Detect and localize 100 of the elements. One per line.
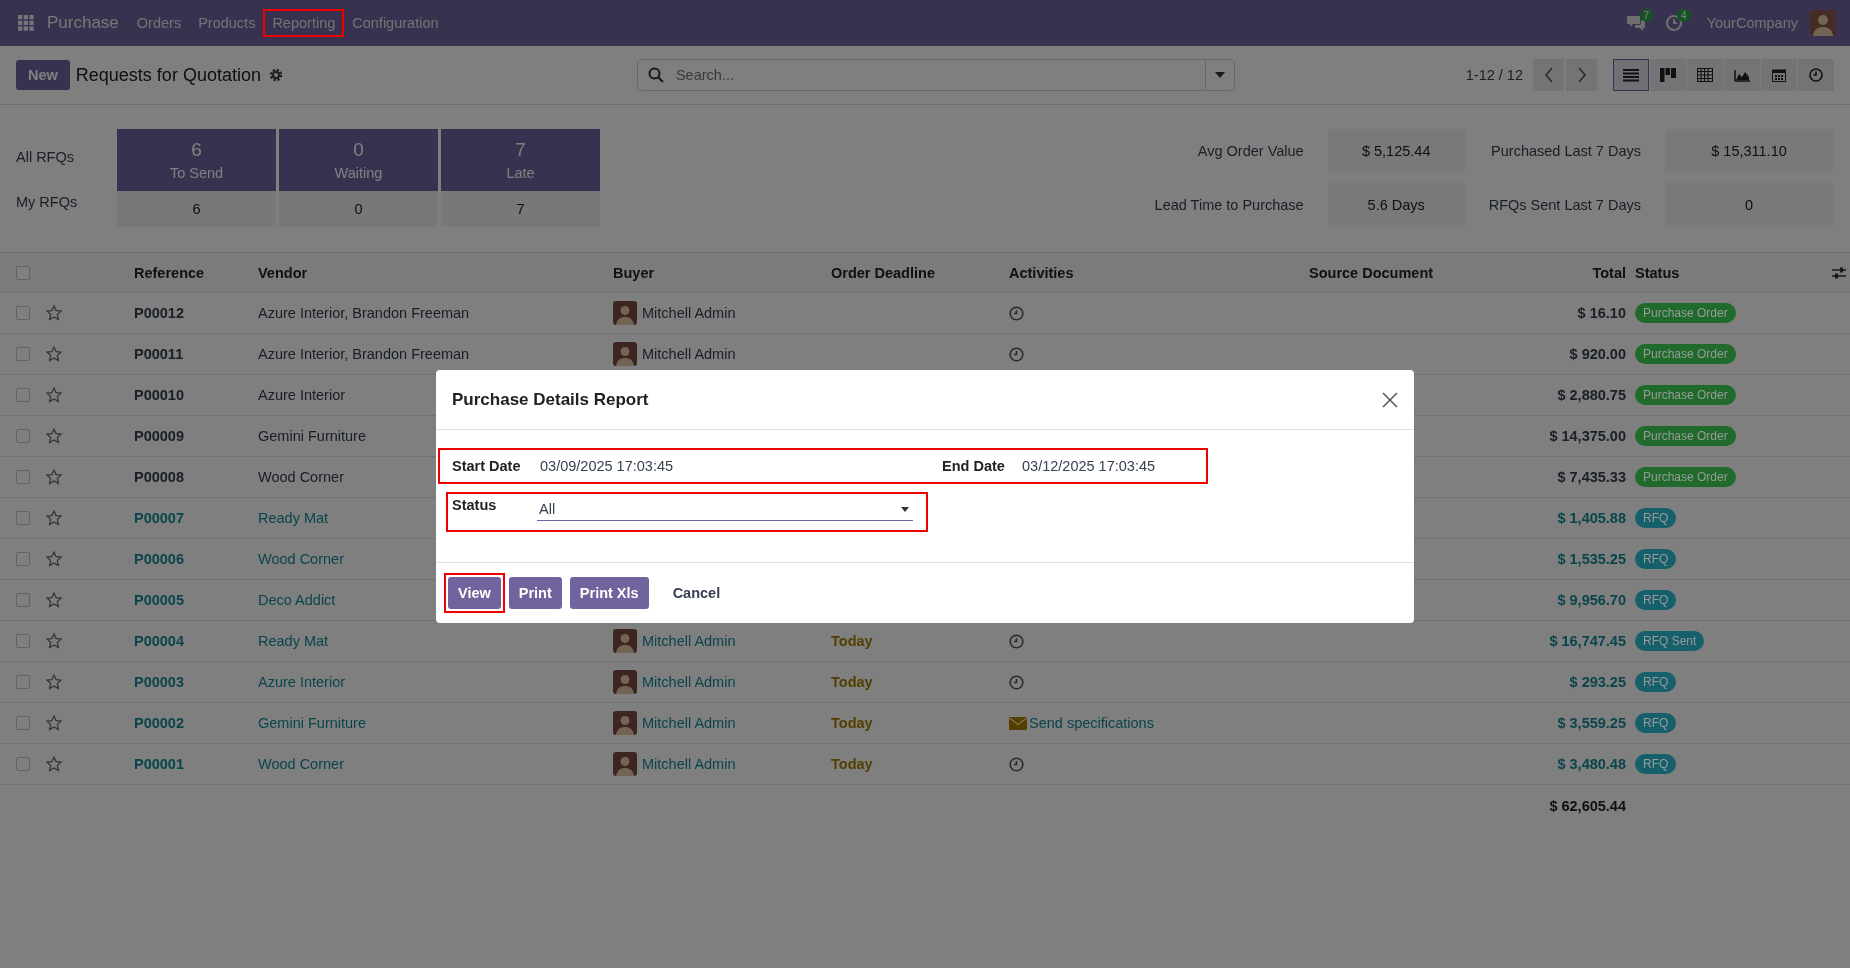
status-select[interactable]: All — [537, 497, 913, 521]
row-checkbox[interactable] — [16, 675, 30, 689]
row-checkbox[interactable] — [16, 757, 30, 771]
buyer-name: Mitchell Admin — [642, 756, 736, 772]
row-checkbox[interactable] — [16, 593, 30, 607]
star-icon[interactable] — [46, 510, 62, 526]
reference-text: P00006 — [134, 551, 184, 567]
star-icon[interactable] — [46, 387, 62, 403]
view-kanban-button[interactable] — [1650, 59, 1686, 91]
star-icon[interactable] — [46, 633, 62, 649]
star-icon[interactable] — [46, 305, 62, 321]
search-field[interactable]: Search... — [636, 59, 1235, 91]
view-clock-button[interactable] — [1798, 59, 1834, 91]
clock-icon[interactable] — [1009, 633, 1024, 649]
clock-icon[interactable] — [1009, 756, 1024, 772]
dialog-button[interactable]: View — [448, 577, 501, 609]
row-checkbox[interactable] — [16, 511, 30, 525]
menu-item[interactable]: Orders — [128, 10, 190, 36]
row-checkbox[interactable] — [16, 634, 30, 648]
row-checkbox[interactable] — [16, 306, 30, 320]
total-amount: $ 3,559.25 — [1557, 715, 1626, 731]
clock-icon[interactable] — [1009, 674, 1024, 690]
new-button[interactable]: New — [16, 60, 70, 90]
my-count-tile[interactable]: 0 — [279, 191, 438, 227]
user-avatar[interactable] — [1810, 10, 1836, 36]
menu-item[interactable]: Reporting — [264, 10, 344, 36]
vendor-name: Gemini Furniture — [258, 428, 366, 444]
vendor-name: Deco Addict — [258, 592, 336, 608]
clock-icon[interactable] — [1009, 305, 1024, 321]
next-button[interactable] — [1566, 59, 1597, 91]
column-header[interactable]: Vendor — [258, 264, 613, 281]
column-header[interactable]: Source Document — [1309, 264, 1509, 281]
previous-button[interactable] — [1533, 59, 1564, 91]
column-header[interactable]: Activities — [1009, 264, 1309, 281]
reference-text: P00001 — [134, 756, 184, 772]
buyer-name: Mitchell Admin — [642, 633, 736, 649]
settings-icon[interactable] — [268, 68, 283, 82]
star-icon[interactable] — [46, 551, 62, 567]
star-icon[interactable] — [46, 469, 62, 485]
count-tile[interactable]: 7 Late — [441, 129, 600, 191]
column-header[interactable]: Total — [1509, 264, 1626, 281]
star-icon[interactable] — [46, 674, 62, 690]
pager-value[interactable]: 1-12 / 12 — [1465, 67, 1523, 83]
date-field[interactable]: 03/12/2025 17:03:45 — [1022, 458, 1156, 474]
select-all-checkbox[interactable] — [16, 265, 30, 280]
view-calendar-button[interactable] — [1761, 59, 1797, 91]
message-count-badge: 7 — [1639, 8, 1654, 22]
activity-link[interactable]: Send specifications — [1029, 715, 1154, 731]
cancel-button[interactable]: Cancel — [662, 577, 731, 609]
view-table-grid-button[interactable] — [1687, 59, 1723, 91]
dialog-button[interactable]: Print — [508, 577, 562, 609]
clock-icon[interactable] — [1009, 346, 1024, 362]
vendor-name: Wood Corner — [258, 551, 344, 567]
stat-label: Avg Order Value — [1196, 143, 1304, 159]
view-list-button[interactable] — [1613, 59, 1649, 91]
chat-icon[interactable] — [1625, 14, 1646, 32]
my-count-tile[interactable]: 6 — [117, 191, 276, 227]
status-badge: Purchase Order — [1635, 344, 1736, 364]
deadline-text: Today — [831, 715, 873, 731]
app-name[interactable]: Purchase — [47, 13, 119, 33]
column-header[interactable]: Order Deadline — [831, 264, 1009, 281]
row-checkbox[interactable] — [16, 470, 30, 484]
row-checkbox[interactable] — [16, 716, 30, 730]
star-icon[interactable] — [46, 346, 62, 362]
column-header[interactable]: Reference — [134, 264, 258, 281]
vendor-name: Azure Interior — [258, 387, 346, 403]
menu-item[interactable]: Configuration — [344, 10, 447, 36]
row-checkbox[interactable] — [16, 429, 30, 443]
dialog-button[interactable]: Print Xls — [569, 577, 649, 609]
search-input[interactable]: Search... — [673, 66, 1205, 84]
close-icon[interactable] — [1382, 391, 1398, 408]
column-header[interactable]: Status — [1626, 264, 1820, 281]
stat-value: $ 15,311.10 — [1665, 129, 1833, 173]
count-tile[interactable]: 6 To Send — [117, 129, 276, 191]
star-icon[interactable] — [46, 428, 62, 444]
company-name[interactable]: YourCompany — [1706, 15, 1798, 31]
count-tile[interactable]: 0 Waiting — [279, 129, 438, 191]
menu-item[interactable]: Products — [190, 10, 264, 36]
tile-count: 0 — [353, 139, 364, 161]
status-badge: RFQ — [1635, 508, 1677, 528]
reference-text: P00012 — [134, 305, 184, 321]
my-count-tile[interactable]: 7 — [441, 191, 600, 227]
date-field[interactable]: 03/09/2025 17:03:45 — [540, 458, 674, 474]
view-area-chart-button[interactable] — [1724, 59, 1760, 91]
star-icon[interactable] — [46, 592, 62, 608]
sliders-icon[interactable] — [1832, 266, 1846, 279]
field-label: Status — [452, 497, 498, 513]
clock-icon — [1809, 68, 1823, 82]
star-icon[interactable] — [46, 756, 62, 772]
kanban-icon — [1660, 68, 1676, 82]
buyer-name: Mitchell Admin — [642, 305, 736, 321]
column-header[interactable]: Buyer — [613, 264, 831, 281]
star-icon[interactable] — [46, 715, 62, 731]
row-checkbox[interactable] — [16, 347, 30, 361]
status-badge: Purchase Order — [1635, 303, 1736, 323]
tile-count: 6 — [191, 139, 202, 161]
row-checkbox[interactable] — [16, 552, 30, 566]
apps-menu-icon[interactable] — [18, 15, 34, 31]
row-checkbox[interactable] — [16, 388, 30, 402]
envelope-icon[interactable] — [1009, 716, 1027, 730]
